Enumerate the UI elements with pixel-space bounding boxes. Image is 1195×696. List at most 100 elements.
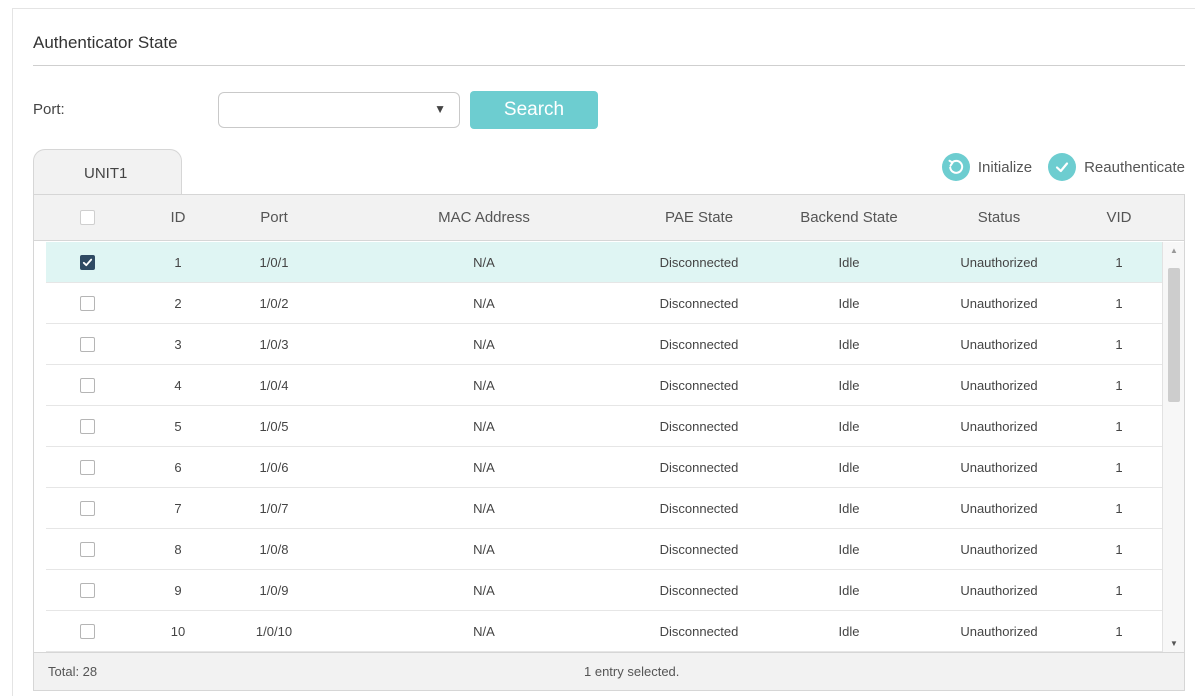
cell-mac-address: N/A	[473, 295, 495, 311]
cell-mac-address: N/A	[473, 582, 495, 598]
scroll-up-icon[interactable]: ▲	[1163, 246, 1185, 255]
section-title: Authenticator State	[33, 33, 178, 52]
column-header-status[interactable]: Status	[934, 195, 1064, 240]
cell-mac-address: N/A	[473, 336, 495, 352]
search-button[interactable]: Search	[470, 91, 598, 129]
refresh-icon	[941, 153, 970, 181]
cell-vid: 1	[1115, 582, 1123, 598]
cell-id: 7	[174, 500, 182, 516]
cell-status: Unauthorized	[960, 582, 1038, 598]
cell-mac-address: N/A	[473, 500, 495, 516]
cell-port: 1/0/9	[259, 582, 289, 598]
authenticator-table: ID Port MAC Address PAE State Backend St…	[33, 194, 1185, 691]
selection-info: 1 entry selected.	[584, 664, 680, 679]
table-row[interactable]: 5 1/0/5 N/A Disconnected Idle Unauthoriz…	[46, 406, 1162, 447]
cell-port: 1/0/1	[259, 254, 289, 270]
cell-id: 8	[174, 541, 182, 557]
column-header-id[interactable]: ID	[154, 195, 202, 240]
row-checkbox[interactable]	[79, 295, 95, 311]
initialize-label: Initialize	[977, 158, 1033, 176]
dropdown-caret-icon: ▼	[434, 102, 446, 116]
row-checkbox[interactable]	[79, 459, 95, 475]
total-count: Total: 28	[48, 664, 98, 679]
cell-port: 1/0/10	[255, 623, 293, 639]
cell-port: 1/0/5	[259, 418, 289, 434]
cell-pae-state: Disconnected	[659, 459, 739, 475]
cell-id: 5	[174, 418, 182, 434]
table-header: ID Port MAC Address PAE State Backend St…	[34, 195, 1184, 241]
table-row[interactable]: 1 1/0/1 N/A Disconnected Idle Unauthoriz…	[46, 242, 1162, 283]
cell-backend-state: Idle	[838, 377, 860, 393]
cell-status: Unauthorized	[960, 254, 1038, 270]
initialize-button[interactable]: Initialize	[941, 153, 1033, 181]
row-checkbox[interactable]	[79, 541, 95, 557]
cell-port: 1/0/3	[259, 336, 289, 352]
cell-mac-address: N/A	[473, 541, 495, 557]
table-actions: Initialize Reauthenticate	[941, 152, 1185, 182]
cell-mac-address: N/A	[473, 418, 495, 434]
cell-backend-state: Idle	[838, 254, 860, 270]
column-header-port[interactable]: Port	[244, 195, 304, 240]
cell-backend-state: Idle	[838, 582, 860, 598]
column-header-backend-state[interactable]: Backend State	[784, 195, 914, 240]
cell-id: 10	[170, 623, 186, 639]
column-header-vid[interactable]: VID	[1089, 195, 1149, 240]
title-divider	[33, 65, 1185, 66]
cell-port: 1/0/4	[259, 377, 289, 393]
tab-unit1[interactable]: UNIT1	[33, 149, 182, 195]
column-header-pae-state[interactable]: PAE State	[634, 195, 764, 240]
check-icon	[1048, 153, 1077, 181]
row-checkbox-checked[interactable]	[79, 254, 95, 270]
cell-pae-state: Disconnected	[659, 541, 739, 557]
reauthenticate-button[interactable]: Reauthenticate	[1048, 153, 1185, 181]
cell-vid: 1	[1115, 336, 1123, 352]
table-row[interactable]: 3 1/0/3 N/A Disconnected Idle Unauthoriz…	[46, 324, 1162, 365]
checkmark-icon	[82, 258, 92, 266]
cell-backend-state: Idle	[838, 295, 860, 311]
cell-backend-state: Idle	[838, 623, 860, 639]
row-checkbox[interactable]	[79, 623, 95, 639]
cell-backend-state: Idle	[838, 459, 860, 475]
table-row[interactable]: 2 1/0/2 N/A Disconnected Idle Unauthoriz…	[46, 283, 1162, 324]
row-checkbox[interactable]	[79, 582, 95, 598]
scrollbar-thumb[interactable]	[1168, 268, 1180, 402]
cell-status: Unauthorized	[960, 541, 1038, 557]
row-checkbox[interactable]	[79, 418, 95, 434]
scroll-down-icon[interactable]: ▼	[1163, 639, 1185, 648]
port-select[interactable]: ▼	[218, 92, 460, 128]
cell-vid: 1	[1115, 623, 1123, 639]
row-checkbox[interactable]	[79, 500, 95, 516]
table-row[interactable]: 4 1/0/4 N/A Disconnected Idle Unauthoriz…	[46, 365, 1162, 406]
cell-id: 1	[174, 254, 182, 270]
table-row[interactable]: 10 1/0/10 N/A Disconnected Idle Unauthor…	[46, 611, 1162, 652]
cell-backend-state: Idle	[838, 418, 860, 434]
cell-port: 1/0/2	[259, 295, 289, 311]
table-footer: Total: 28 1 entry selected.	[34, 652, 1184, 690]
table-row[interactable]: 8 1/0/8 N/A Disconnected Idle Unauthoriz…	[46, 529, 1162, 570]
cell-mac-address: N/A	[473, 459, 495, 475]
select-all-cell	[70, 195, 104, 240]
cell-backend-state: Idle	[838, 500, 860, 516]
cell-status: Unauthorized	[960, 623, 1038, 639]
cell-pae-state: Disconnected	[659, 582, 739, 598]
cell-port: 1/0/7	[259, 500, 289, 516]
cell-mac-address: N/A	[473, 254, 495, 270]
cell-status: Unauthorized	[960, 459, 1038, 475]
table-row[interactable]: 9 1/0/9 N/A Disconnected Idle Unauthoriz…	[46, 570, 1162, 611]
cell-backend-state: Idle	[838, 541, 860, 557]
table-scrollbar[interactable]: ▲ ▼	[1162, 242, 1184, 652]
table-row[interactable]: 6 1/0/6 N/A Disconnected Idle Unauthoriz…	[46, 447, 1162, 488]
select-all-checkbox[interactable]	[79, 210, 95, 225]
row-checkbox[interactable]	[79, 377, 95, 393]
cell-vid: 1	[1115, 459, 1123, 475]
cell-vid: 1	[1115, 377, 1123, 393]
cell-pae-state: Disconnected	[659, 254, 739, 270]
cell-vid: 1	[1115, 500, 1123, 516]
table-row[interactable]: 7 1/0/7 N/A Disconnected Idle Unauthoriz…	[46, 488, 1162, 529]
column-header-mac-address[interactable]: MAC Address	[414, 195, 554, 240]
cell-port: 1/0/8	[259, 541, 289, 557]
cell-status: Unauthorized	[960, 295, 1038, 311]
cell-vid: 1	[1115, 295, 1123, 311]
row-checkbox[interactable]	[79, 336, 95, 352]
cell-pae-state: Disconnected	[659, 336, 739, 352]
